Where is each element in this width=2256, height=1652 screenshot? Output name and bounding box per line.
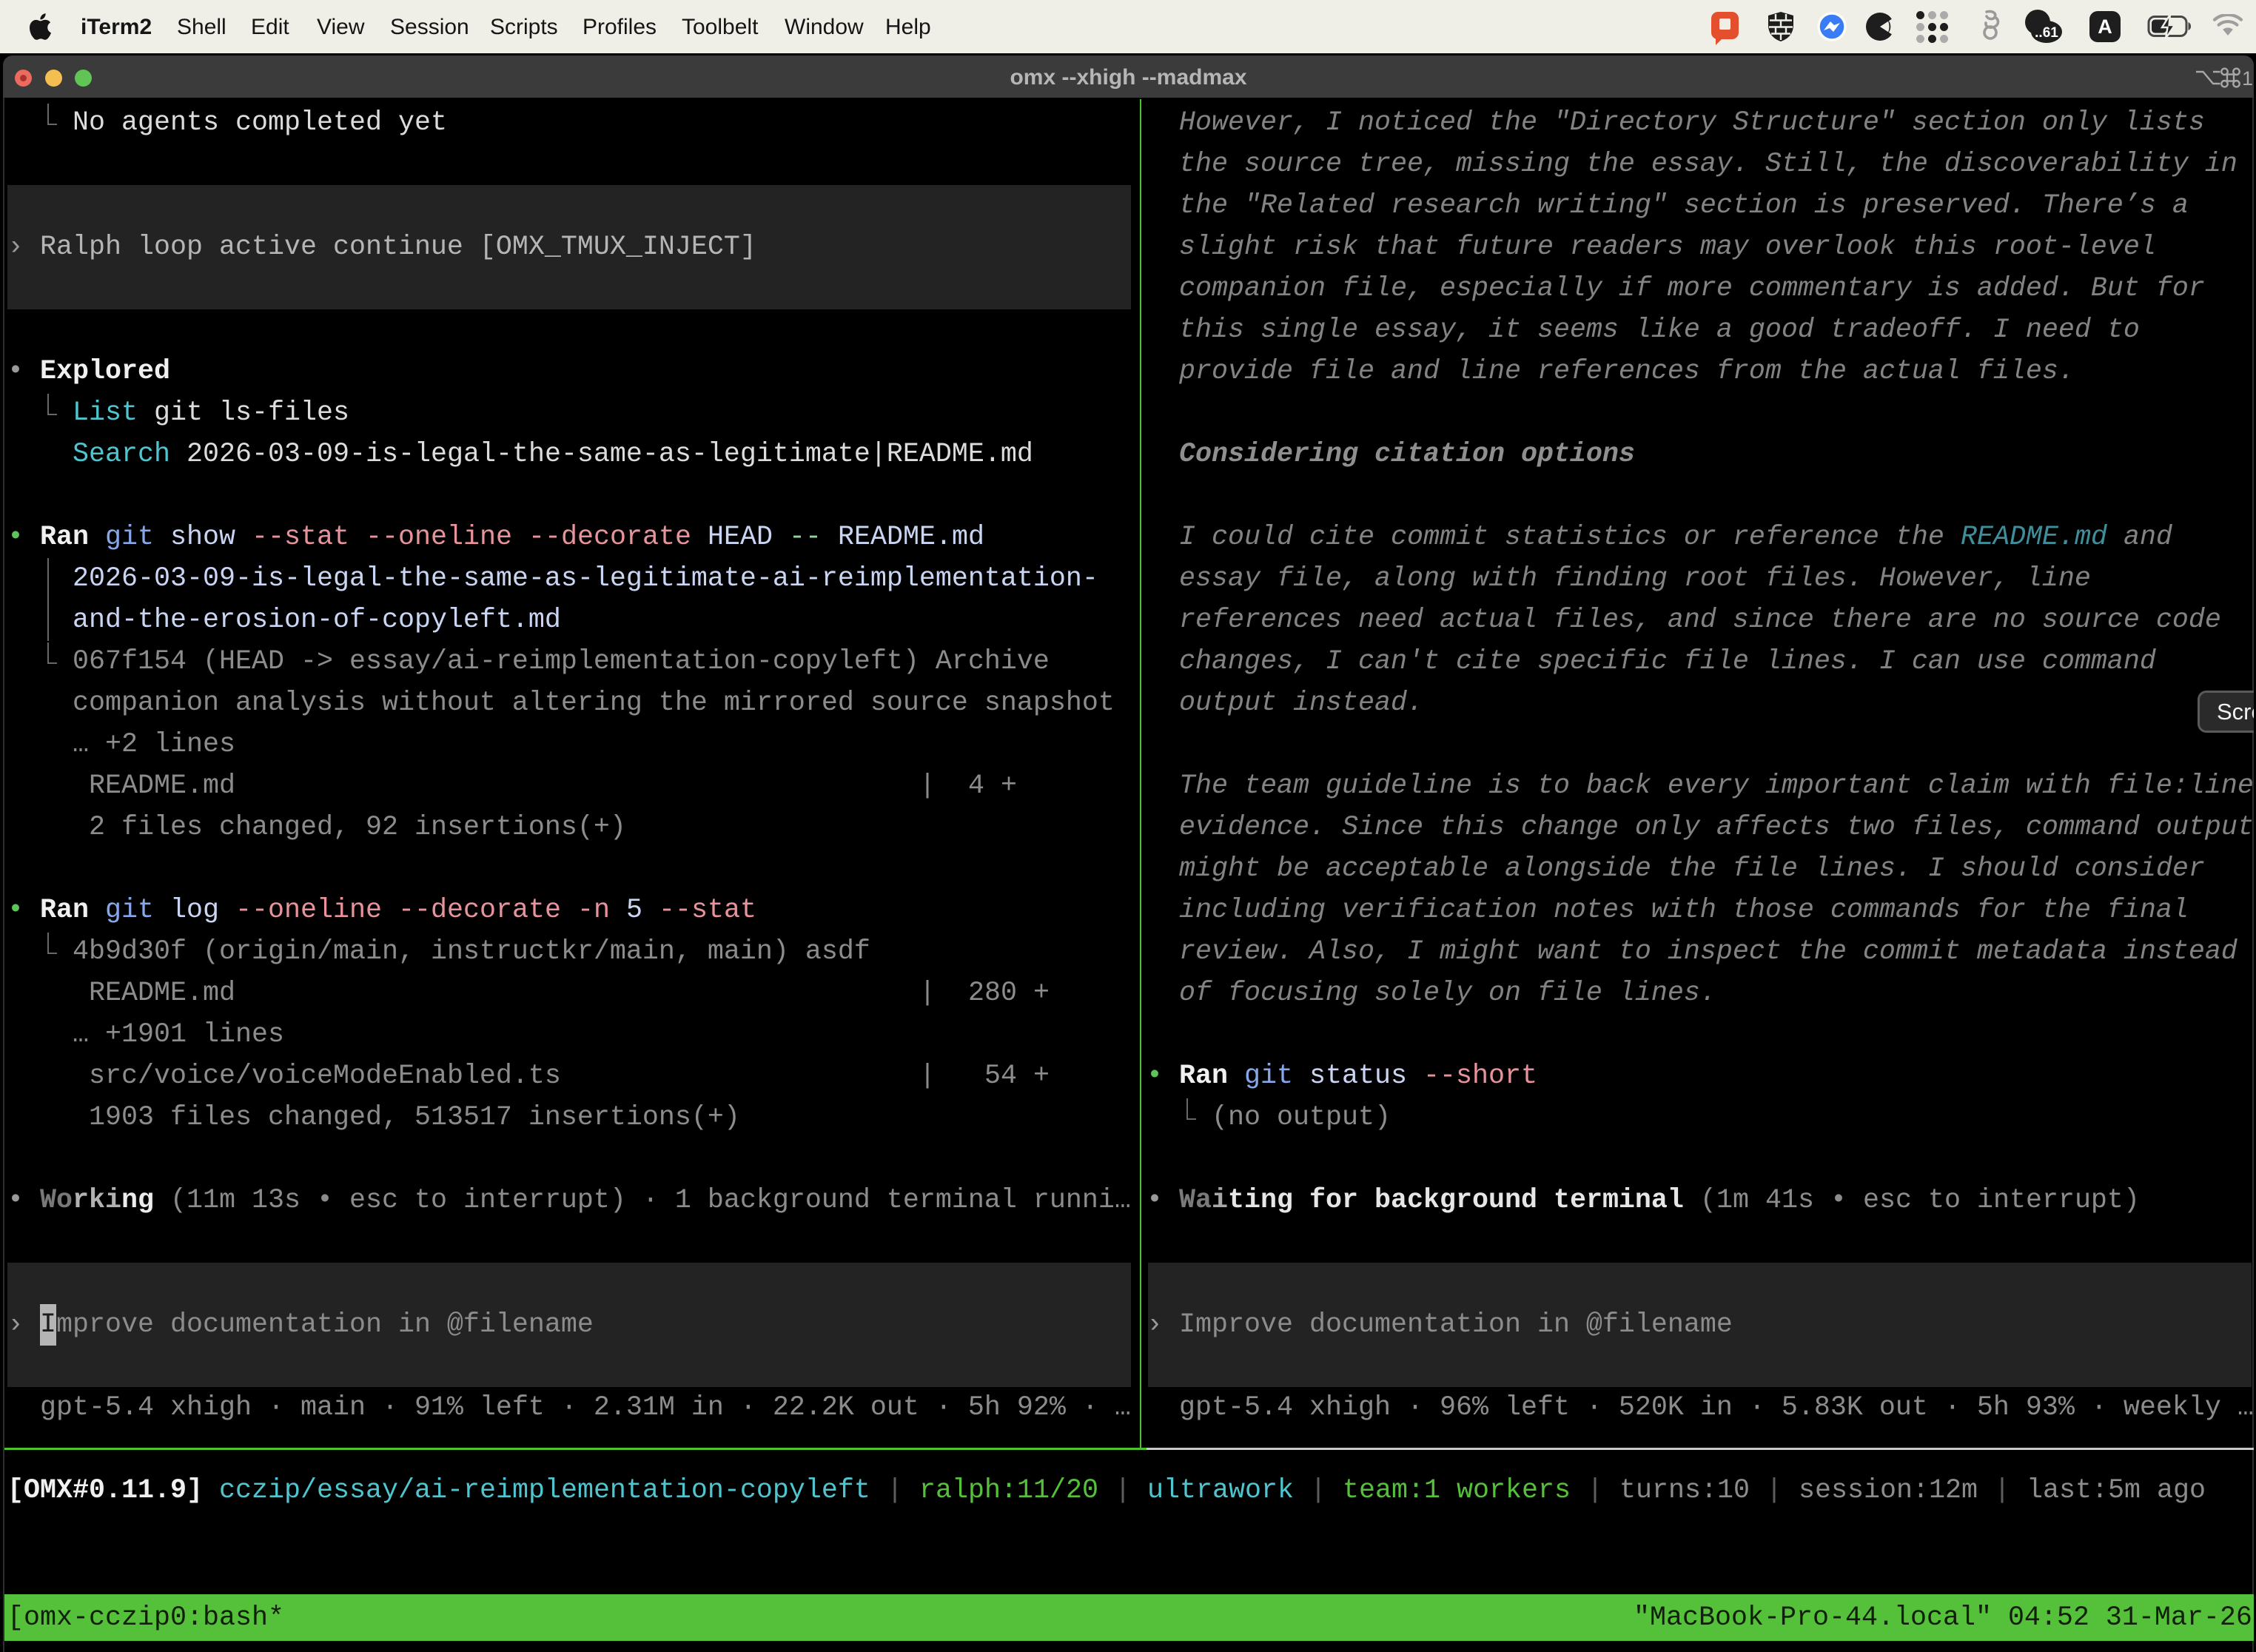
svg-text:1: 1 <box>2242 67 2253 90</box>
svg-text:..61: ..61 <box>2035 25 2058 41</box>
